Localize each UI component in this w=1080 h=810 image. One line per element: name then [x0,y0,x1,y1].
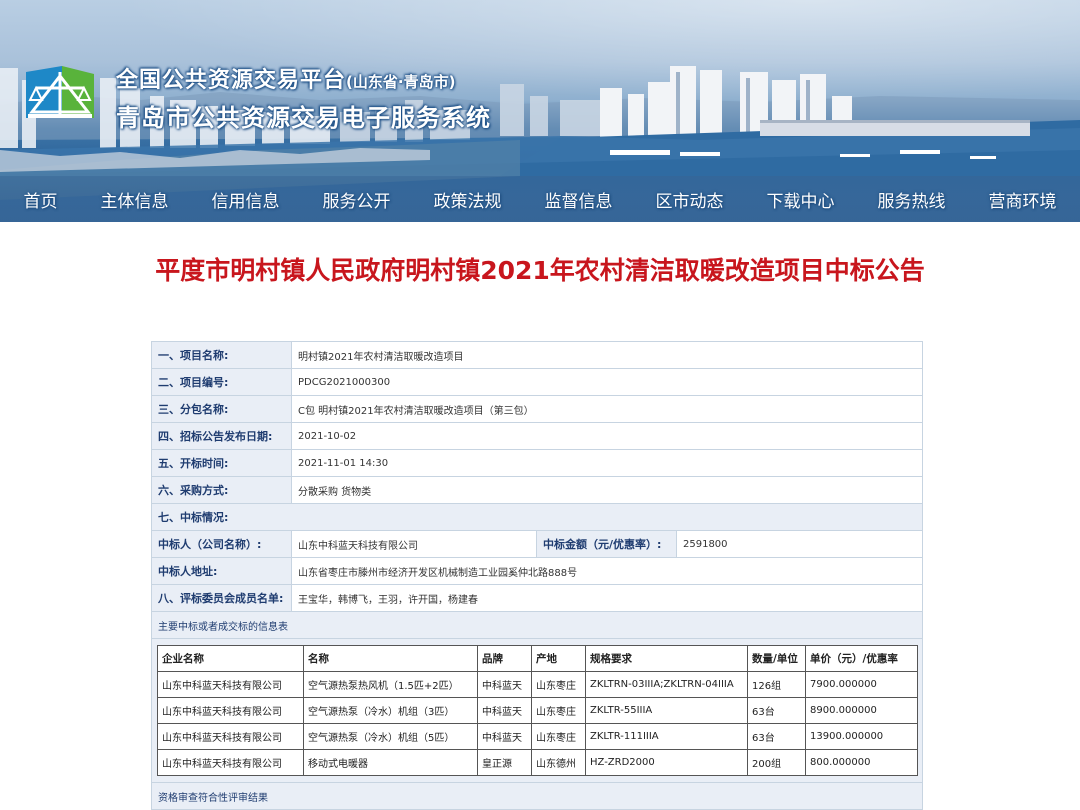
cell-spec: ZKLTR-111IIIA [585,723,748,750]
cell-origin: 山东枣庄 [531,723,586,750]
committee-value: 王宝华，韩博飞，王羽，许开国，杨建春 [291,584,923,612]
row-project-name: 一、项目名称: 明村镇2021年农村清洁取暖改造项目 [151,341,923,369]
notice-info-table: 一、项目名称: 明村镇2021年农村清洁取暖改造项目 二、项目编号: PDCG2… [151,341,923,810]
col-qty: 数量/单位 [747,645,806,672]
nav-downloads[interactable]: 下载中心 [767,187,835,212]
col-price: 单价（元）/优惠率 [805,645,918,672]
nav-credit-info[interactable]: 信用信息 [212,187,280,212]
col-name: 名称 [303,645,478,672]
open-time-value: 2021-11-01 14:30 [291,449,923,477]
row-items-table: 企业名称 名称 品牌 产地 规格要求 数量/单位 单价（元）/优惠率 山东中科蓝… [151,638,923,783]
logo-icon [22,62,98,126]
amount-value: 2591800 [676,530,923,558]
table-row: 山东中科蓝天科技有限公司 空气源热泵热风机（1.5匹+2匹） 中科蓝天 山东枣庄… [157,671,918,698]
row-open-time: 五、开标时间: 2021-11-01 14:30 [151,449,923,477]
project-no-value: PDCG2021000300 [291,368,923,396]
site-title-line2: 青岛市公共资源交易电子服务系统 [116,104,491,132]
row-winner: 中标人（公司名称）: 山东中科蓝天科技有限公司 中标金额（元/优惠率）: 259… [151,530,923,558]
row-winner-section: 七、中标情况: [151,503,923,531]
col-spec: 规格要求 [585,645,748,672]
cell-name: 空气源热泵热风机（1.5匹+2匹） [303,671,478,698]
nav-business-env[interactable]: 营商环境 [989,187,1057,212]
committee-label: 八、评标委员会成员名单: [151,584,292,612]
method-value: 分散采购 货物类 [291,476,923,504]
page-title: 平度市明村镇人民政府明村镇2021年农村清洁取暖改造项目中标公告 [155,256,925,285]
publish-date-label: 四、招标公告发布日期: [151,422,292,450]
nav-district-news[interactable]: 区市动态 [656,187,724,212]
project-name-label: 一、项目名称: [151,341,292,369]
cell-brand: 皇正源 [477,749,532,776]
amount-label: 中标金额（元/优惠率）: [536,530,677,558]
table-row: 山东中科蓝天科技有限公司 空气源热泵（冷水）机组（3匹） 中科蓝天 山东枣庄 Z… [157,697,918,724]
items-header-row: 企业名称 名称 品牌 产地 规格要求 数量/单位 单价（元）/优惠率 [157,645,918,672]
winner-section-label: 七、中标情况: [151,503,923,531]
cell-origin: 山东枣庄 [531,671,586,698]
items-caption: 主要中标或者成交标的信息表 [151,611,923,639]
project-no-label: 二、项目编号: [151,368,292,396]
cell-company: 山东中科蓝天科技有限公司 [157,749,304,776]
cell-spec: HZ-ZRD2000 [585,749,748,776]
cell-origin: 山东德州 [531,749,586,776]
table-row: 山东中科蓝天科技有限公司 空气源热泵（冷水）机组（5匹） 中科蓝天 山东枣庄 Z… [157,723,918,750]
nav-policy[interactable]: 政策法规 [434,187,502,212]
address-value: 山东省枣庄市滕州市经济开发区机械制造工业园奚仲北路888号 [291,557,923,585]
nav-entity-info[interactable]: 主体信息 [101,187,169,212]
main-nav: 首页 主体信息 信用信息 服务公开 政策法规 监督信息 区市动态 下载中心 服务… [0,184,1080,214]
row-address: 中标人地址: 山东省枣庄市滕州市经济开发区机械制造工业园奚仲北路888号 [151,557,923,585]
cell-qty: 63台 [747,697,806,724]
cell-name: 移动式电暖器 [303,749,478,776]
nav-service-public[interactable]: 服务公开 [323,187,391,212]
table-row: 山东中科蓝天科技有限公司 移动式电暖器 皇正源 山东德州 HZ-ZRD2000 … [157,749,918,776]
nav-hotline[interactable]: 服务热线 [878,187,946,212]
cell-price: 13900.000000 [805,723,918,750]
site-banner: 全国公共资源交易平台(山东省·青岛市) 青岛市公共资源交易电子服务系统 首页 主… [0,0,1080,222]
cell-name: 空气源热泵（冷水）机组（5匹） [303,723,478,750]
nav-home[interactable]: 首页 [24,187,58,212]
cell-spec: ZKLTR-55IIIA [585,697,748,724]
row-method: 六、采购方式: 分散采购 货物类 [151,476,923,504]
col-company: 企业名称 [157,645,304,672]
cell-brand: 中科蓝天 [477,723,532,750]
site-title-line1: 全国公共资源交易平台(山东省·青岛市) [116,62,455,94]
package-label: 三、分包名称: [151,395,292,423]
winner-value: 山东中科蓝天科技有限公司 [291,530,537,558]
cell-price: 7900.000000 [805,671,918,698]
row-package: 三、分包名称: C包 明村镇2021年农村清洁取暖改造项目（第三包） [151,395,923,423]
cell-brand: 中科蓝天 [477,697,532,724]
cell-company: 山东中科蓝天科技有限公司 [157,671,304,698]
open-time-label: 五、开标时间: [151,449,292,477]
site-title-region: (山东省·青岛市) [346,73,456,91]
cell-spec: ZKLTRN-03IIIA;ZKLTRN-04IIIA [585,671,748,698]
cell-name: 空气源热泵（冷水）机组（3匹） [303,697,478,724]
project-name-value: 明村镇2021年农村清洁取暖改造项目 [291,341,923,369]
cell-qty: 126组 [747,671,806,698]
row-footer-caption: 资格审查符合性评审结果 [151,782,923,810]
cell-company: 山东中科蓝天科技有限公司 [157,723,304,750]
cell-qty: 63台 [747,723,806,750]
row-project-no: 二、项目编号: PDCG2021000300 [151,368,923,396]
footer-caption: 资格审查符合性评审结果 [151,782,923,810]
package-value: C包 明村镇2021年农村清洁取暖改造项目（第三包） [291,395,923,423]
site-title-main: 全国公共资源交易平台 [116,68,347,93]
cell-company: 山东中科蓝天科技有限公司 [157,697,304,724]
cell-price: 8900.000000 [805,697,918,724]
winner-label: 中标人（公司名称）: [151,530,292,558]
col-brand: 品牌 [477,645,532,672]
method-label: 六、采购方式: [151,476,292,504]
items-table: 企业名称 名称 品牌 产地 规格要求 数量/单位 单价（元）/优惠率 山东中科蓝… [157,645,918,776]
items-table-cell: 企业名称 名称 品牌 产地 规格要求 数量/单位 单价（元）/优惠率 山东中科蓝… [151,638,923,783]
cell-origin: 山东枣庄 [531,697,586,724]
row-items-caption: 主要中标或者成交标的信息表 [151,611,923,639]
col-origin: 产地 [531,645,586,672]
cell-brand: 中科蓝天 [477,671,532,698]
row-publish-date: 四、招标公告发布日期: 2021-10-02 [151,422,923,450]
cell-price: 800.000000 [805,749,918,776]
address-label: 中标人地址: [151,557,292,585]
nav-supervision[interactable]: 监督信息 [545,187,613,212]
row-committee: 八、评标委员会成员名单: 王宝华，韩博飞，王羽，许开国，杨建春 [151,584,923,612]
cell-qty: 200组 [747,749,806,776]
publish-date-value: 2021-10-02 [291,422,923,450]
